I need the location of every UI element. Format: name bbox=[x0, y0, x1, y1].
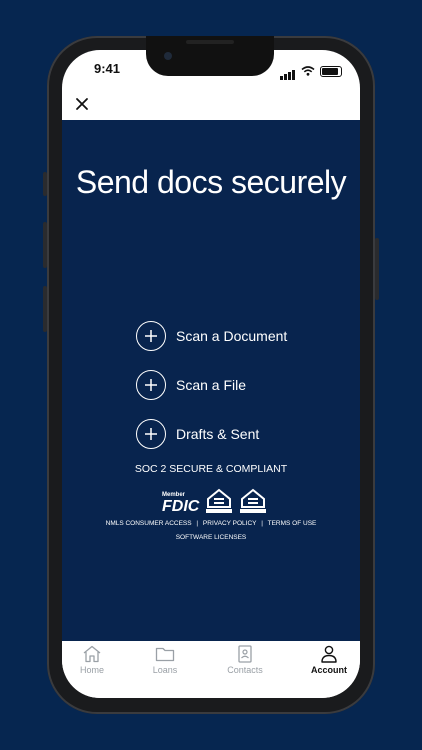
drafts-sent-button[interactable]: Drafts & Sent bbox=[136, 418, 287, 450]
scan-document-button[interactable]: Scan a Document bbox=[136, 320, 287, 352]
volume-down-button bbox=[43, 286, 47, 332]
tab-label: Home bbox=[79, 665, 104, 675]
front-camera bbox=[164, 52, 172, 60]
fdic-logo: Member FDIC bbox=[162, 492, 200, 515]
close-button[interactable] bbox=[74, 96, 90, 112]
battery-icon bbox=[320, 65, 342, 77]
tab-contacts[interactable]: Contacts bbox=[215, 645, 275, 675]
plus-circle-icon bbox=[136, 370, 166, 400]
wifi-icon bbox=[301, 66, 315, 76]
app-screen: 9:41 Send docs securely Scan a Document … bbox=[62, 50, 360, 698]
person-icon bbox=[321, 645, 337, 663]
software-licenses-link[interactable]: SOFTWARE LICENSES bbox=[62, 534, 360, 541]
compliance-text: SOC 2 SECURE & COMPLIANT bbox=[134, 463, 288, 475]
folder-icon bbox=[155, 647, 175, 662]
tab-label: Loans bbox=[152, 665, 178, 675]
tab-home[interactable]: Home bbox=[62, 645, 122, 675]
tab-loans[interactable]: Loans bbox=[135, 645, 195, 675]
page-title: Send docs securely bbox=[75, 164, 347, 200]
nmls-consumer-access-link[interactable]: NMLS CONSUMER ACCESS bbox=[106, 520, 192, 527]
contact-card-icon bbox=[238, 645, 252, 663]
legal-links: NMLS CONSUMER ACCESS | PRIVACY POLICY | … bbox=[105, 520, 317, 527]
volume-up-button bbox=[43, 222, 47, 268]
action-label: Scan a Document bbox=[176, 328, 288, 344]
cellular-signal-icon bbox=[280, 62, 296, 80]
power-button bbox=[375, 238, 379, 300]
send-docs-panel: Send docs securely Scan a Document Scan … bbox=[62, 120, 360, 641]
action-label: Drafts & Sent bbox=[176, 426, 260, 442]
action-list: Scan a Document Scan a File Drafts & Sen… bbox=[136, 320, 287, 467]
equal-housing-lender-icon bbox=[206, 488, 233, 513]
phone-notch bbox=[146, 36, 274, 76]
terms-of-use-link[interactable]: TERMS OF USE bbox=[268, 520, 317, 527]
plus-circle-icon bbox=[136, 419, 166, 449]
mute-switch bbox=[43, 172, 47, 196]
tab-bar: Home Loans Contacts Account bbox=[62, 641, 360, 698]
status-time: 9:41 bbox=[94, 61, 121, 76]
plus-circle-icon bbox=[136, 321, 166, 351]
regulatory-logos: Member FDIC bbox=[162, 488, 267, 515]
privacy-policy-link[interactable]: PRIVACY POLICY bbox=[203, 520, 256, 527]
tab-label: Account bbox=[311, 665, 347, 675]
close-icon bbox=[76, 98, 88, 110]
action-label: Scan a File bbox=[176, 377, 247, 393]
scan-file-button[interactable]: Scan a File bbox=[136, 369, 287, 401]
speaker-grille bbox=[186, 40, 234, 44]
status-icons bbox=[280, 62, 342, 80]
home-icon bbox=[83, 645, 101, 663]
equal-housing-opportunity-icon bbox=[240, 488, 267, 513]
tab-account[interactable]: Account bbox=[299, 645, 359, 675]
modal-header bbox=[62, 88, 360, 120]
tab-label: Contacts bbox=[227, 665, 263, 675]
